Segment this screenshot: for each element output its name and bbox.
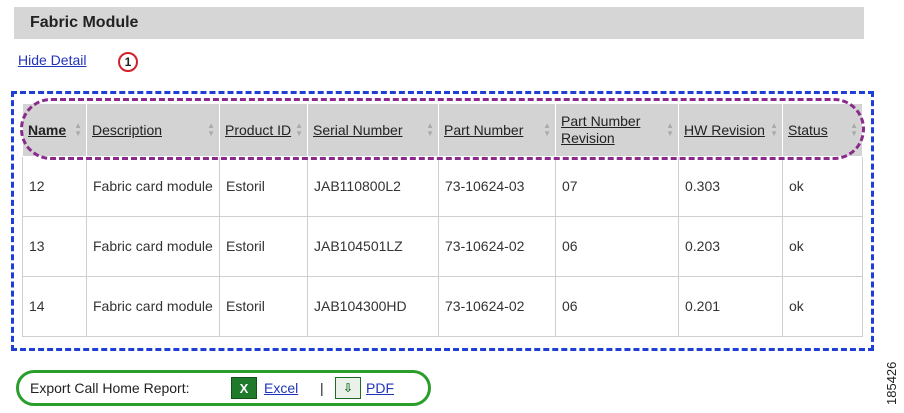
sort-icon[interactable]: ▲ ▼ xyxy=(207,122,215,138)
table-cell: 73-10624-02 xyxy=(438,276,556,337)
column-header-serial-number[interactable]: Serial Number ▲ ▼ xyxy=(307,103,439,157)
export-separator: | xyxy=(320,380,324,396)
table-cell: Estoril xyxy=(219,216,308,277)
column-header-label: Serial Number xyxy=(313,121,403,138)
pdf-icon[interactable]: ⇩ xyxy=(335,377,361,399)
sort-icon[interactable]: ▲ ▼ xyxy=(426,122,434,138)
table-cell: 14 xyxy=(22,276,87,337)
sort-icon[interactable]: ▲ ▼ xyxy=(74,122,82,138)
sort-icon[interactable]: ▲ ▼ xyxy=(295,122,303,138)
column-header-label: Name xyxy=(28,121,67,138)
export-label: Export Call Home Report: xyxy=(30,380,190,396)
table-cell: Fabric card module xyxy=(86,156,220,217)
table-cell: 0.303 xyxy=(678,156,783,217)
column-header-description[interactable]: Description ▲ ▼ xyxy=(86,103,220,157)
column-header-label: Part Number xyxy=(444,121,524,138)
table-row: 12 Fabric card module Estoril JAB110800L2 73… xyxy=(22,156,863,217)
table-cell: 0.203 xyxy=(678,216,783,277)
excel-export-link[interactable]: Excel xyxy=(264,380,298,396)
header-row: Name ▲ ▼ Description ▲ ▼ Product ID ▲ ▼ Serial Nu… xyxy=(22,103,863,157)
table-row: 14 Fabric card module Estoril JAB104300HD 73… xyxy=(22,276,863,337)
table-cell: 73-10624-03 xyxy=(438,156,556,217)
section-header: Fabric Module xyxy=(14,7,864,39)
figure-id: 185426 xyxy=(884,361,899,405)
table-cell: 06 xyxy=(555,276,679,337)
table-cell: 06 xyxy=(555,216,679,277)
column-header-hw-revision[interactable]: HW Revision ▲ ▼ xyxy=(678,103,783,157)
column-header-part-number-revision[interactable]: Part Number Revision ▲ ▼ xyxy=(555,103,679,157)
sort-icon[interactable]: ▲ ▼ xyxy=(850,122,858,138)
column-header-label: Description xyxy=(92,121,163,138)
table-cell: 73-10624-02 xyxy=(438,216,556,277)
table-cell: 07 xyxy=(555,156,679,217)
pdf-export-link[interactable]: PDF xyxy=(366,380,394,396)
section-title: Fabric Module xyxy=(30,14,139,31)
column-header-part-number[interactable]: Part Number ▲ ▼ xyxy=(438,103,556,157)
fabric-module-table: Name ▲ ▼ Description ▲ ▼ Product ID ▲ ▼ Serial Nu… xyxy=(22,103,863,337)
table-cell: 12 xyxy=(22,156,87,217)
sort-icon[interactable]: ▲ ▼ xyxy=(666,122,674,138)
table-cell: Fabric card module xyxy=(86,216,220,277)
table-cell: ok xyxy=(782,216,863,277)
table-cell: Fabric card module xyxy=(86,276,220,337)
excel-icon[interactable]: X xyxy=(231,377,257,399)
sort-icon[interactable]: ▲ ▼ xyxy=(543,122,551,138)
table-cell: 0.201 xyxy=(678,276,783,337)
table-cell: JAB110800L2 xyxy=(307,156,439,217)
table-header: Name ▲ ▼ Description ▲ ▼ Product ID ▲ ▼ Serial Nu… xyxy=(22,103,863,157)
column-header-label: Part Number Revision xyxy=(561,113,641,146)
column-header-name[interactable]: Name ▲ ▼ xyxy=(22,103,87,157)
hide-detail-link[interactable]: Hide Detail xyxy=(18,52,86,68)
table-row: 13 Fabric card module Estoril JAB104501LZ 73… xyxy=(22,216,863,277)
table-body: 12 Fabric card module Estoril JAB110800L2 73… xyxy=(22,156,863,337)
table-cell: ok xyxy=(782,276,863,337)
column-header-status[interactable]: Status ▲ ▼ xyxy=(782,103,863,157)
table-cell: JAB104501LZ xyxy=(307,216,439,277)
sort-icon[interactable]: ▲ ▼ xyxy=(770,122,778,138)
table-cell: 13 xyxy=(22,216,87,277)
column-header-product-id[interactable]: Product ID ▲ ▼ xyxy=(219,103,308,157)
table-cell: Estoril xyxy=(219,156,308,217)
table-cell: Estoril xyxy=(219,276,308,337)
table-cell: JAB104300HD xyxy=(307,276,439,337)
column-header-label: HW Revision xyxy=(684,121,765,138)
table-cell: ok xyxy=(782,156,863,217)
callout-number: 1 xyxy=(118,52,138,72)
column-header-label: Product ID xyxy=(225,121,292,138)
column-header-label: Status xyxy=(788,121,828,138)
